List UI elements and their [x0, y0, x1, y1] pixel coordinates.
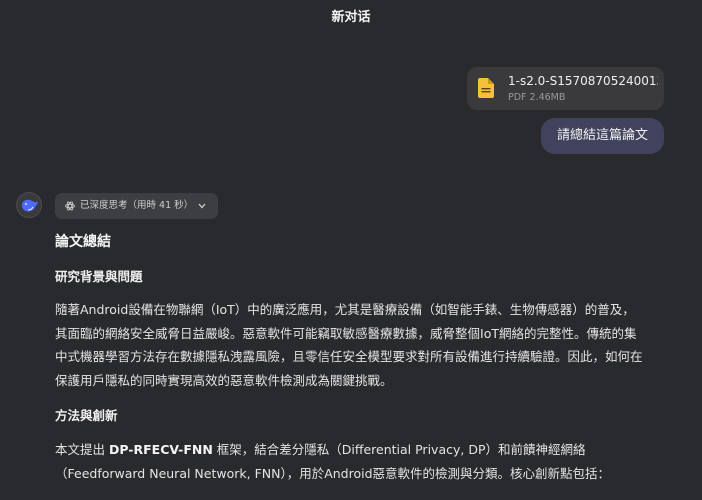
text-span: 框架，結合差分隱私（Differential Privacy, DP）和前饋神經… [212, 442, 586, 458]
text-span: 本文提出 [55, 442, 109, 458]
paragraph-line: 其面臨的網絡安全威脅日益嚴峻。惡意軟件可能竊取敏感醫療數據，威脅整個IoT網絡的… [55, 325, 637, 341]
assistant-avatar [16, 192, 42, 218]
paragraph-line: 本文提出 DP-RFECV-FNN 框架，結合差分隱私（Differential… [55, 438, 675, 462]
conversation-title: 新对话 [331, 10, 371, 25]
paragraph-line: 保護用戶隱私的同時實現高效的惡意軟件檢測成為關鍵挑戰。 [55, 372, 393, 388]
user-message-bubble: 請總結這篇論文 [541, 118, 664, 154]
attachment-file-name: 1-s2.0-S15708705240013... [508, 74, 658, 88]
chat-page: 新对话 1-s2.0-S15708705240013... PDF 2.46MB… [0, 0, 702, 500]
atom-icon [65, 201, 75, 211]
paragraph-line: 隨著Android設備在物聯網（IoT）中的廣泛應用，尤其是醫療設備（如智能手錶… [55, 302, 635, 317]
attachment-file-meta: PDF 2.46MB [508, 92, 566, 103]
framework-name: DP-RFECV-FNN [108, 442, 213, 458]
assistant-response: 論文總結 研究背景與問題 隨著Android設備在物聯網（IoT）中的廣泛應用，… [55, 232, 675, 486]
deep-thinking-toggle[interactable]: 已深度思考（用時 41 秒） [55, 193, 218, 219]
whale-icon [22, 199, 38, 212]
section-paragraph-method: 本文提出 DP-RFECV-FNN 框架，結合差分隱私（Differential… [55, 438, 675, 485]
response-title: 論文總結 [55, 234, 111, 250]
paragraph-line: （Feedforward Neural Network, FNN），用於Andr… [55, 465, 611, 481]
paragraph-line: 中式機器學習方法存在數據隱私洩露風險，且零信任安全模型要求對所有設備進行持續驗證… [55, 349, 643, 365]
chevron-down-icon [198, 203, 206, 209]
attachment-card[interactable]: 1-s2.0-S15708705240013... PDF 2.46MB [467, 67, 664, 110]
deep-thinking-label: 已深度思考（用時 41 秒） [80, 200, 194, 211]
section-heading-method: 方法與創新 [55, 408, 118, 424]
section-paragraph-background: 隨著Android設備在物聯網（IoT）中的廣泛應用，尤其是醫療設備（如智能手錶… [55, 298, 675, 392]
document-icon [478, 78, 494, 98]
section-heading-background: 研究背景與問題 [55, 269, 143, 284]
